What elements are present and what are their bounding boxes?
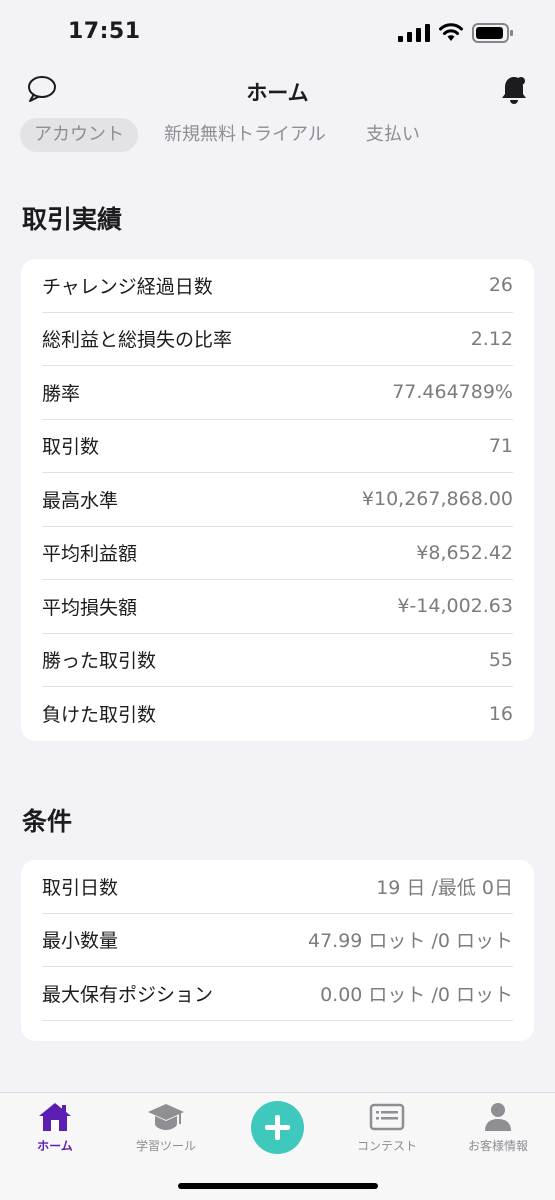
- tabbar-home[interactable]: ホーム: [0, 1101, 110, 1154]
- stat-label: 取引数: [42, 436, 100, 459]
- wifi-icon: [439, 23, 463, 41]
- stat-row-trade-count: 取引数 71: [42, 420, 513, 473]
- stat-value: ¥10,267,868.00: [361, 488, 513, 511]
- page-title: ホーム: [246, 81, 309, 105]
- status-time: 17:51: [68, 19, 141, 44]
- stat-row-winning-trades: 勝った取引数 55: [42, 634, 513, 687]
- stat-row-average-loss: 平均損失額 ¥-14,002.63: [42, 580, 513, 634]
- navigation-bar: ホーム: [0, 64, 555, 116]
- stat-row-challenge-days: チャレンジ経過日数 26: [42, 259, 513, 313]
- battery-icon: [472, 23, 513, 43]
- plus-icon: [265, 1115, 290, 1140]
- tabbar-contest[interactable]: コンテスト: [332, 1101, 442, 1154]
- stat-value: 2.12: [470, 327, 513, 350]
- status-bar: 17:51: [0, 0, 555, 64]
- graduation-cap-icon: [148, 1104, 184, 1130]
- stat-row-average-profit: 平均利益額 ¥8,652.42: [42, 527, 513, 580]
- tab-free-trial[interactable]: 新規無料トライアル: [150, 118, 340, 152]
- stat-value: 26: [488, 274, 513, 297]
- stat-row-losing-trades: 負けた取引数 16: [42, 687, 513, 741]
- condition-value: 0.00 ロット /0 ロット: [320, 983, 513, 1006]
- condition-label: 最小数量: [42, 930, 119, 953]
- tab-account[interactable]: アカウント: [20, 118, 138, 152]
- stat-value: ¥-14,002.63: [397, 595, 513, 618]
- tabbar-label: お客様情報: [467, 1139, 528, 1153]
- user-icon: [485, 1103, 511, 1131]
- stat-label: 平均利益額: [42, 543, 138, 566]
- stat-value: 71: [488, 434, 513, 457]
- home-indicator[interactable]: [178, 1183, 378, 1189]
- tabbar-label: 学習ツール: [135, 1139, 196, 1153]
- stat-row-win-rate: 勝率 77.464789%: [42, 366, 513, 420]
- segment-tabs: アカウント 新規無料トライアル 支払い: [20, 118, 434, 152]
- stat-row-high-water-mark: 最高水準 ¥10,267,868.00: [42, 473, 513, 527]
- performance-card: チャレンジ経過日数 26 総利益と総損失の比率 2.12 勝率 77.46478…: [21, 259, 534, 741]
- performance-section-title: 取引実績: [22, 205, 123, 234]
- stat-label: 勝った取引数: [42, 650, 157, 673]
- condition-row-max-position: 最大保有ポジション 0.00 ロット /0 ロット: [42, 967, 513, 1021]
- notification-bell-icon[interactable]: [499, 74, 529, 106]
- stat-value: 16: [488, 702, 513, 725]
- stat-label: 勝率: [42, 382, 81, 405]
- condition-value: 19 日 /最低 0日: [376, 876, 513, 899]
- conditions-card: 取引日数 19 日 /最低 0日 最小数量 47.99 ロット /0 ロット 最…: [21, 860, 534, 1041]
- home-icon: [39, 1103, 71, 1131]
- tabbar-learning-tools[interactable]: 学習ツール: [111, 1101, 221, 1154]
- tabbar-label: コンテスト: [356, 1139, 417, 1153]
- cellular-signal-icon: [398, 24, 430, 42]
- condition-row-trading-days: 取引日数 19 日 /最低 0日: [42, 860, 513, 914]
- condition-label: 最大保有ポジション: [42, 983, 214, 1006]
- stat-value: 77.464789%: [392, 381, 513, 404]
- stat-value: 55: [488, 648, 513, 671]
- stat-label: 負けた取引数: [42, 704, 157, 727]
- condition-row-min-volume: 最小数量 47.99 ロット /0 ロット: [42, 914, 513, 967]
- conditions-section-title: 条件: [22, 807, 73, 836]
- tab-payment[interactable]: 支払い: [352, 118, 434, 152]
- contest-list-icon: [369, 1103, 405, 1131]
- condition-label: 取引日数: [42, 876, 119, 899]
- stat-label: 平均損失額: [42, 596, 138, 619]
- stat-label: 最高水準: [42, 489, 119, 512]
- condition-value: 47.99 ロット /0 ロット: [307, 930, 513, 953]
- tabbar-label: ホーム: [37, 1139, 73, 1153]
- add-button[interactable]: [251, 1101, 304, 1154]
- stat-label: チャレンジ経過日数: [42, 275, 213, 298]
- tabbar-profile[interactable]: お客様情報: [443, 1101, 553, 1154]
- stat-label: 総利益と総損失の比率: [42, 329, 233, 352]
- stat-value: ¥8,652.42: [416, 541, 513, 564]
- stat-row-profit-loss-ratio: 総利益と総損失の比率 2.12: [42, 313, 513, 366]
